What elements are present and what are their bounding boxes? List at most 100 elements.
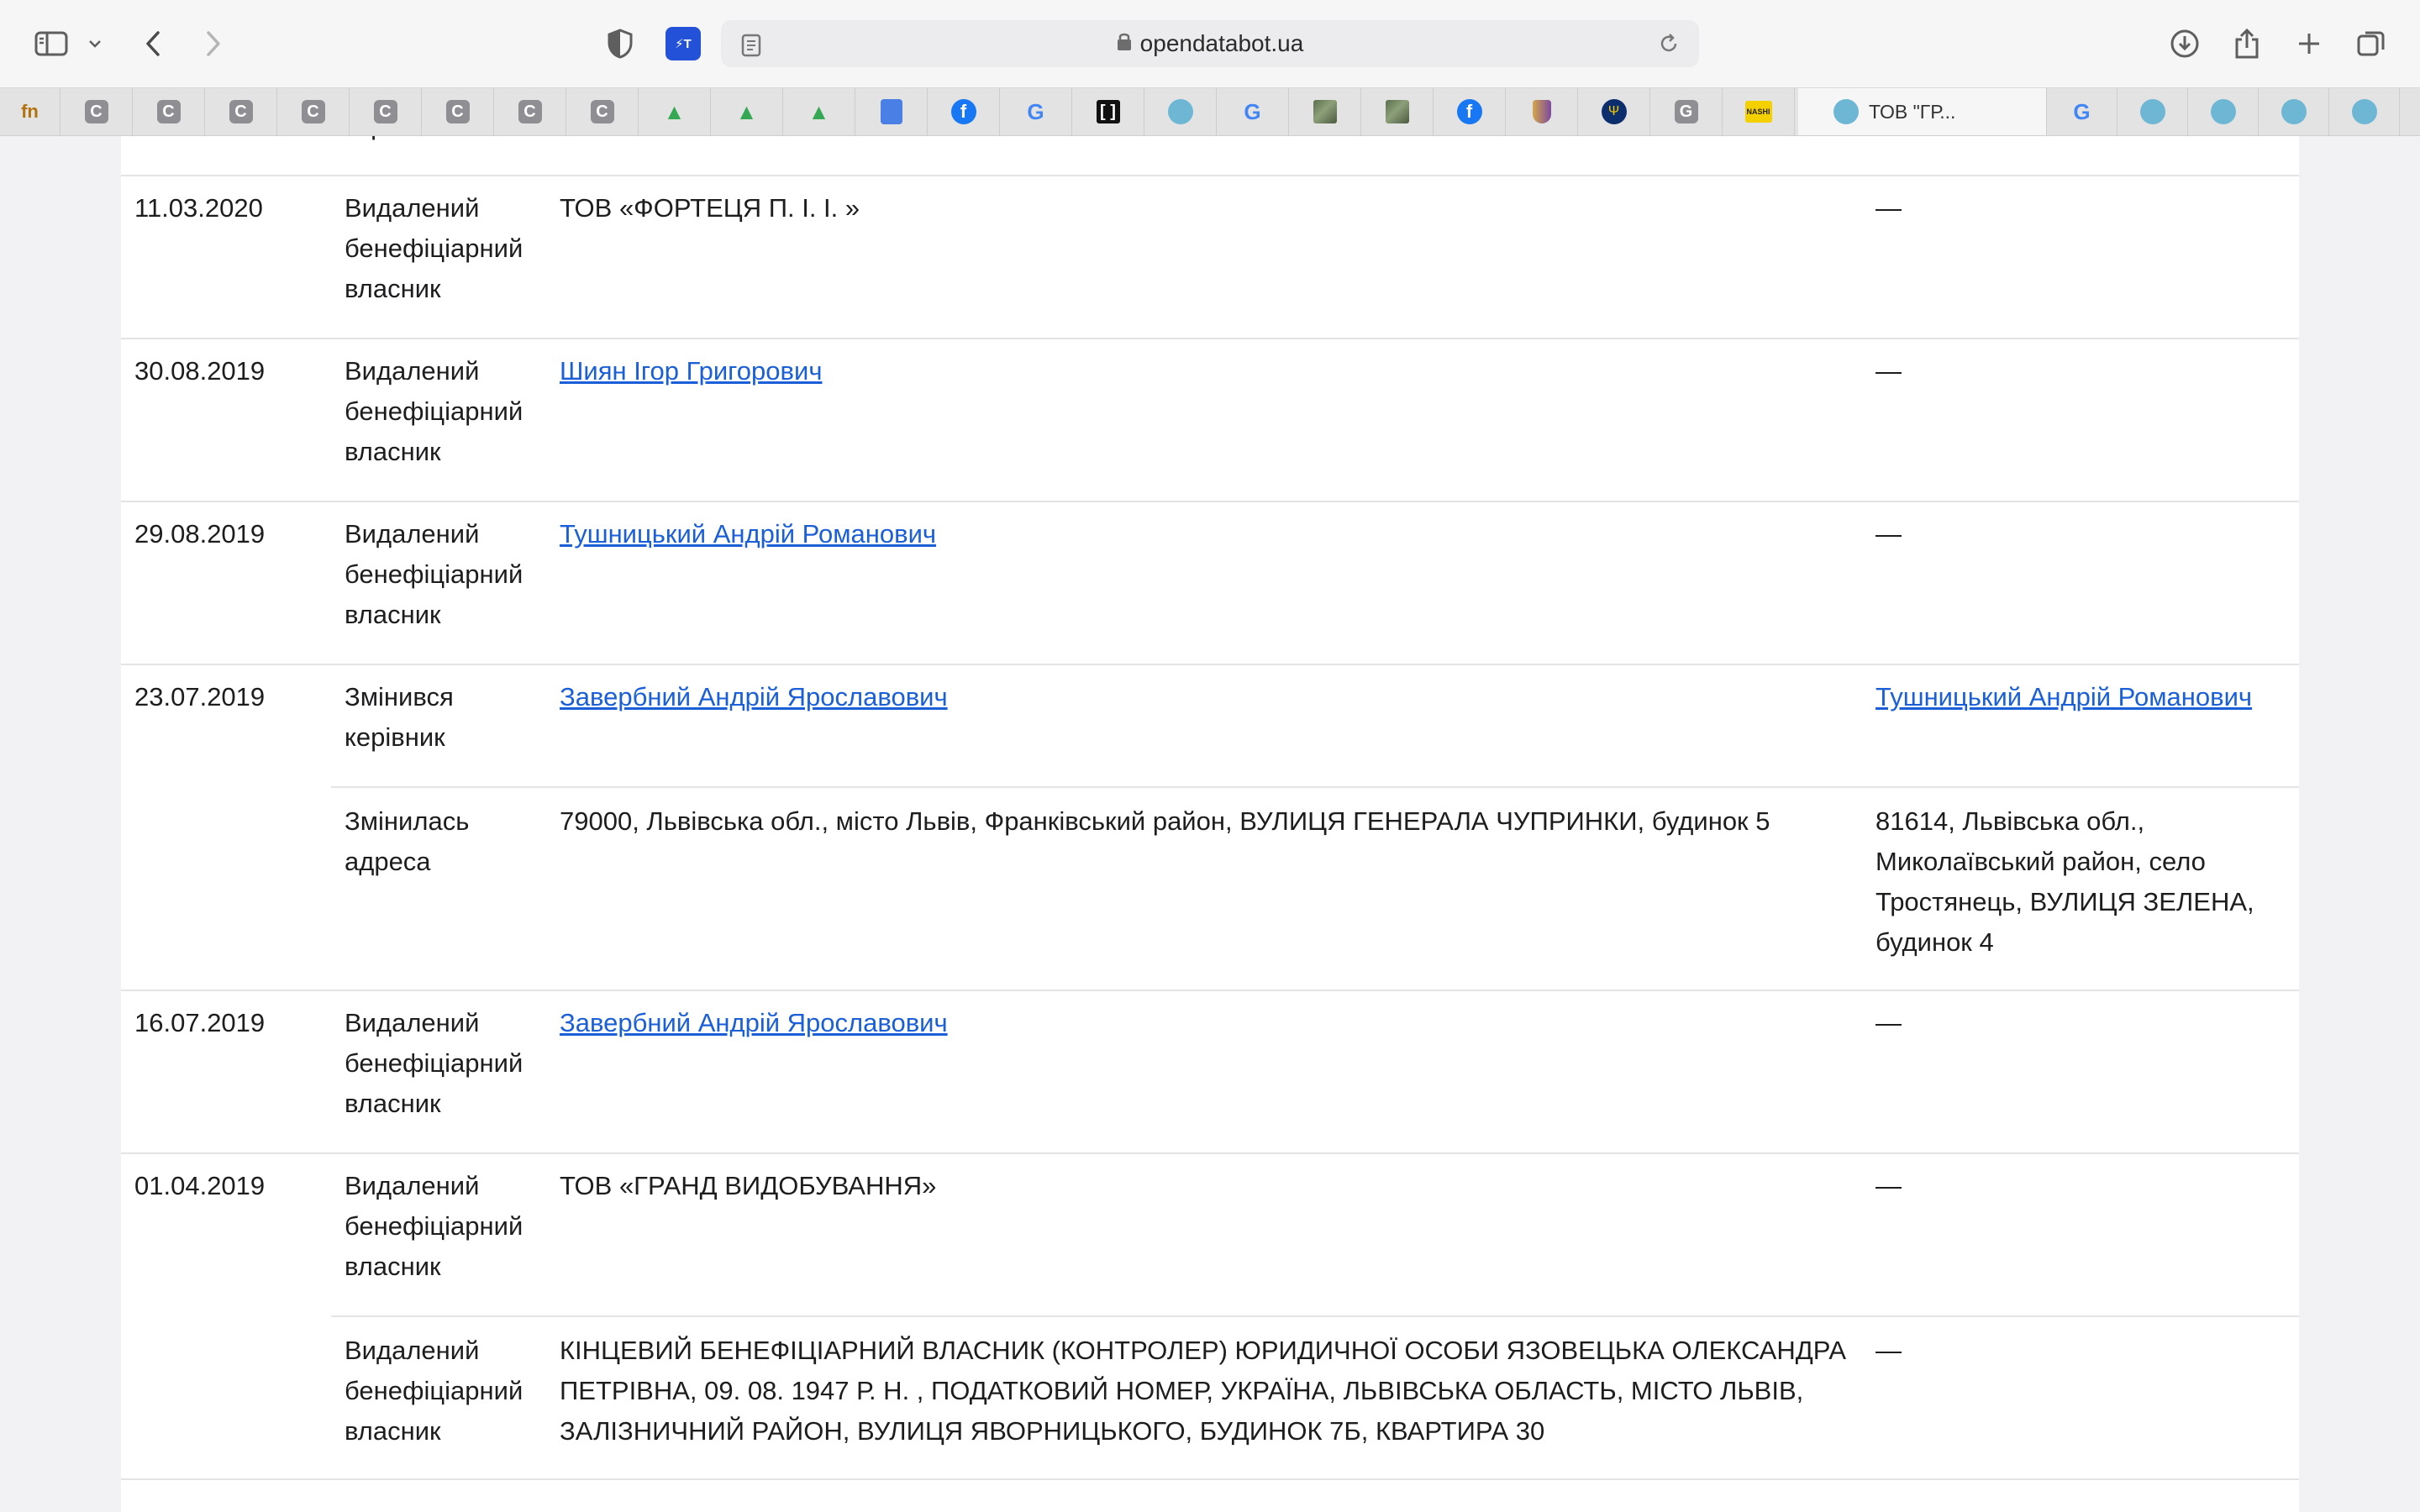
browser-tab-active[interactable]: ТОВ "ГР...: [1798, 88, 2047, 135]
sidebar-toggle-icon[interactable]: [32, 24, 71, 64]
chevron-down-icon[interactable]: [84, 24, 106, 64]
browser-tab[interactable]: f: [1434, 88, 1506, 135]
c-icon: C: [445, 100, 470, 123]
globe-icon: [1167, 99, 1193, 124]
browser-tab[interactable]: Ψ: [1578, 88, 1650, 135]
history-row: 23.07.2019 Змінився керівник Завербний Анд…: [121, 664, 2299, 991]
old-value: —: [1876, 519, 1902, 549]
new-value[interactable]: Завербний Андрій Ярославович: [560, 1003, 1862, 1043]
change-type: Змінився керівник: [345, 682, 454, 752]
new-value-link[interactable]: Завербний Андрій Ярославович: [560, 682, 948, 711]
change-type: Змінилась адреса: [345, 806, 470, 876]
change-type: Видалений бенефіціарний власник: [345, 1008, 523, 1118]
back-icon[interactable]: [138, 24, 168, 64]
globe-icon: [2210, 99, 2236, 124]
browser-tab[interactable]: [2259, 88, 2329, 135]
globe-icon: [2139, 99, 2165, 124]
new-value[interactable]: Завербний Андрій Ярославович: [560, 677, 1862, 717]
new-value[interactable]: Тушницький Андрій Романович: [560, 514, 1862, 554]
history-entry: 11.03.2020 Видалений бенефіціарний власни…: [121, 175, 2299, 338]
google-icon: G: [2073, 98, 2091, 124]
browser-tab[interactable]: C: [60, 88, 133, 135]
google-drive-icon: ▲: [663, 98, 686, 124]
browser-tab[interactable]: [2118, 88, 2188, 135]
facebook-icon: f: [950, 99, 976, 124]
google-docs-icon: [880, 99, 902, 124]
browser-tab[interactable]: [2188, 88, 2259, 135]
old-value: —: [1876, 1008, 1902, 1037]
lock-icon: [1117, 30, 1132, 57]
browser-tab[interactable]: C: [277, 88, 350, 135]
c-icon: C: [84, 100, 108, 123]
browser-tab[interactable]: f: [928, 88, 1000, 135]
change-type: Видалений бенефіціарний власник: [345, 193, 523, 303]
browser-tab[interactable]: G: [1650, 88, 1723, 135]
tab-overview-icon[interactable]: [2354, 24, 2388, 64]
browser-tab[interactable]: NASHI: [1723, 88, 1795, 135]
browser-tab[interactable]: G: [1217, 88, 1289, 135]
browser-tab[interactable]: [2329, 88, 2400, 135]
browser-tab[interactable]: C: [422, 88, 494, 135]
history-row: 01.04.2019 Видалений бенефіціарний власни…: [121, 1152, 2299, 1480]
change-date: 30.08.2019: [134, 356, 266, 386]
translate-extension-icon[interactable]: ⚡T: [666, 27, 701, 60]
old-value: —: [1876, 193, 1902, 223]
browser-tab[interactable]: [1506, 88, 1578, 135]
browser-tab[interactable]: [855, 88, 928, 135]
browser-tab[interactable]: C: [205, 88, 277, 135]
browser-tab[interactable]: [1144, 88, 1217, 135]
next-card: [121, 1494, 2299, 1512]
c-icon: C: [229, 100, 253, 123]
new-value: КІНЦЕВИЙ БЕНЕФІЦІАРНИЙ ВЛАСНИК (КОНТРОЛЕ…: [560, 1336, 1847, 1446]
globe-icon: [1833, 99, 1859, 124]
nashi-groshi-icon: NASHI: [1744, 101, 1772, 123]
browser-tab[interactable]: ▲: [711, 88, 783, 135]
browser-tab[interactable]: ▲: [639, 88, 711, 135]
old-value-link[interactable]: Тушницький Андрій Романович: [1876, 682, 2252, 711]
new-tab-icon[interactable]: [2294, 24, 2324, 64]
browser-tab[interactable]: ▲: [783, 88, 855, 135]
browser-tab[interactable]: C: [494, 88, 566, 135]
forward-icon[interactable]: [198, 24, 229, 64]
new-value-link[interactable]: Завербний Андрій Ярославович: [560, 1008, 948, 1037]
change-date: 01.04.2019: [134, 1171, 266, 1200]
shield-crest-icon: [1532, 100, 1551, 123]
history-row: 28.10.2020Змінився керівникТушницький Ан…: [121, 136, 2299, 176]
browser-tab[interactable]: G: [1000, 88, 1072, 135]
share-icon[interactable]: [2230, 24, 2264, 64]
privacy-shield-icon[interactable]: [602, 24, 639, 64]
old-value: —: [1876, 1336, 1902, 1365]
browser-tab[interactable]: G: [2047, 88, 2118, 135]
browser-tab[interactable]: C: [350, 88, 422, 135]
fnl-icon: fn: [21, 101, 39, 122]
new-value-link[interactable]: Тушницький Андрій Романович: [560, 519, 936, 549]
browser-tab[interactable]: [2400, 88, 2420, 135]
c-icon: C: [590, 100, 614, 123]
address-bar[interactable]: opendatabot.ua: [721, 20, 1699, 67]
new-value-link[interactable]: Шиян Ігор Григорович: [560, 356, 822, 386]
history-row: 30.08.2019 Видалений бенефіціарний власни…: [121, 338, 2299, 502]
reader-icon[interactable]: [741, 34, 761, 63]
change-type: Видалений бенефіціарний власник: [345, 1336, 523, 1446]
satellite-icon: [1385, 100, 1409, 123]
old-value[interactable]: Тушницький Андрій Романович: [1876, 677, 2287, 717]
history-table: 28.10.2020Змінився керівникТушницький Ан…: [121, 136, 2299, 1512]
history-entry: 30.08.2019 Видалений бенефіціарний власни…: [121, 338, 2299, 501]
old-value: —: [1876, 1171, 1902, 1200]
reload-icon[interactable]: [1657, 32, 1681, 61]
browser-tab[interactable]: C: [133, 88, 205, 135]
bracket-icon: [ ]: [1096, 100, 1120, 123]
old-value: —: [1876, 356, 1902, 386]
downloads-icon[interactable]: [2166, 24, 2203, 64]
browser-tab[interactable]: C: [566, 88, 639, 135]
browser-tab[interactable]: fn: [0, 88, 60, 135]
tab-bar: fn C C C C C C C C ▲ ▲ ▲ f G [ ] Gf Ψ G NASHI ТОВ "ГР... G: [0, 88, 2420, 136]
new-value[interactable]: Шиян Ігор Григорович: [560, 351, 1862, 391]
c-icon: C: [518, 100, 542, 123]
browser-tab[interactable]: [ ]: [1072, 88, 1144, 135]
browser-tab[interactable]: [1361, 88, 1434, 135]
google-drive-icon: ▲: [808, 98, 830, 124]
history-subrow: Видалений бенефіціарний власник КІНЦЕВИЙ …: [331, 1315, 2299, 1480]
ukraine-emblem-icon: Ψ: [1601, 99, 1627, 124]
browser-tab[interactable]: [1289, 88, 1361, 135]
